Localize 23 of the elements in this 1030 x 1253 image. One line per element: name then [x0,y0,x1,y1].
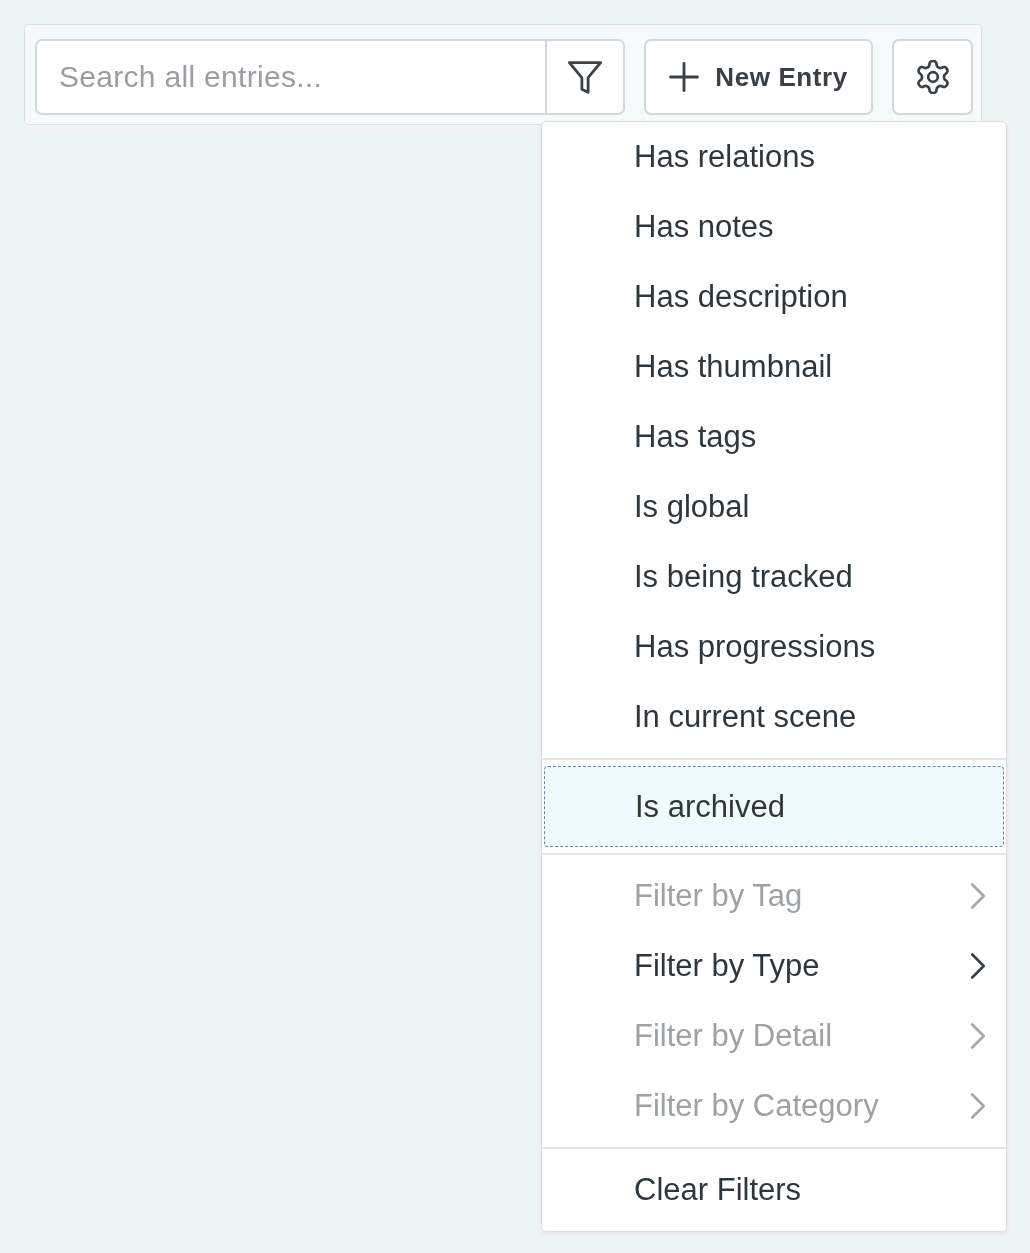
chevron-right-icon [970,883,986,909]
chevron-right-icon [970,953,986,979]
menu-item[interactable]: Has description [542,262,1006,332]
menu-item[interactable]: Has relations [542,122,1006,192]
menu-item[interactable]: Clear Filters [542,1155,1006,1225]
filter-button[interactable] [545,39,625,115]
search-field[interactable]: Search all entries... [35,39,545,115]
menu-item[interactable]: Has progressions [542,612,1006,682]
plus-icon [669,62,700,92]
chevron-right-icon [970,1093,986,1119]
menu-item[interactable]: In current scene [542,682,1006,752]
new-entry-button[interactable]: New Entry [644,39,874,115]
menu-item[interactable]: Filter by Type [542,931,1006,1001]
menu-item[interactable]: Is archived [544,766,1004,847]
menu-item[interactable]: Has thumbnail [542,332,1006,402]
menu-item[interactable]: Is being tracked [542,542,1006,612]
settings-button[interactable] [892,39,973,115]
settings-icon [915,60,950,94]
menu-item[interactable]: Is global [542,472,1006,542]
menu-item[interactable]: Has tags [542,402,1006,472]
chevron-right-icon [970,1023,986,1049]
filter-icon [567,60,603,94]
menu-item[interactable]: Has notes [542,192,1006,262]
